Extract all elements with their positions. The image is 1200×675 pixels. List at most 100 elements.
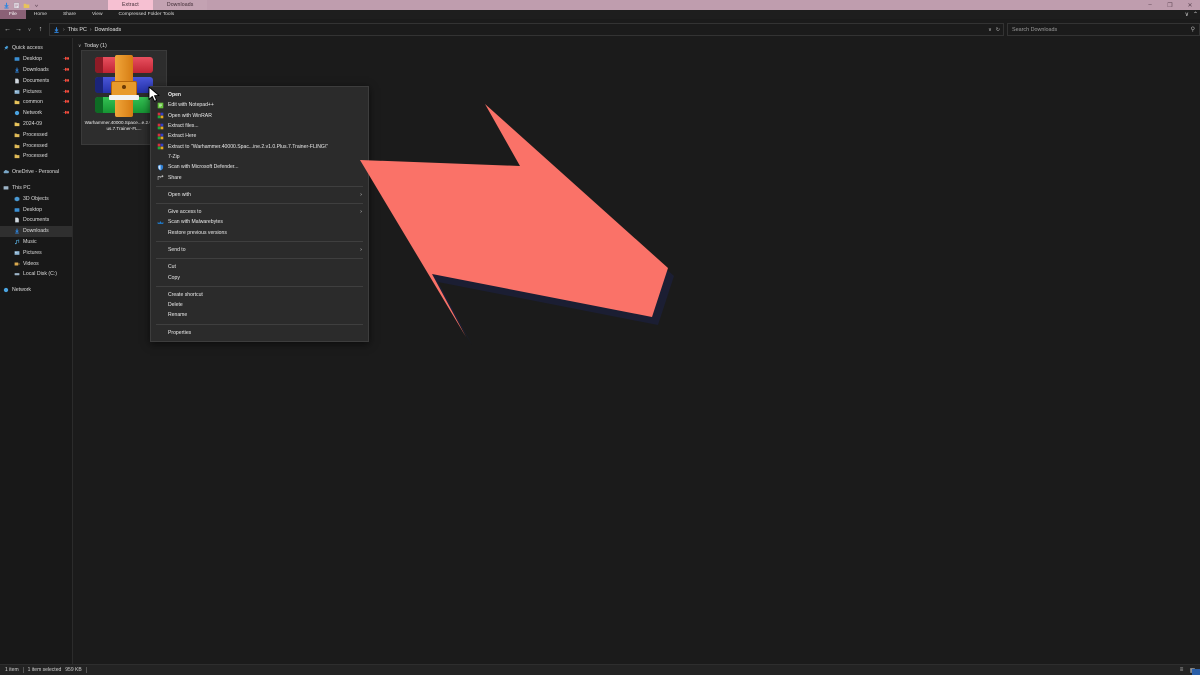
up-button[interactable]: ↑ — [35, 23, 46, 36]
sidebar-section-onedrive[interactable]: OneDrive - Personal — [0, 167, 72, 178]
minimize-button[interactable]: – — [1140, 0, 1160, 10]
menu-item-cut[interactable]: Cut — [151, 262, 368, 272]
pictures-icon — [14, 89, 20, 94]
navigation-pane[interactable]: Quick access Desktop 📌 Downloads 📌 Docum… — [0, 38, 73, 668]
desktop-icon — [14, 207, 20, 212]
menu-item-edit-with-notepadpp[interactable]: Edit with Notepad++ — [151, 100, 368, 110]
pictures-icon — [14, 250, 20, 255]
breadcrumb-downloads[interactable]: Downloads — [95, 27, 122, 33]
menu-item-open[interactable]: Open — [151, 90, 368, 100]
sidebar-item-processed-3[interactable]: Processed — [0, 151, 72, 162]
menu-item-send-to[interactable]: Send to › — [151, 245, 368, 255]
properties-icon[interactable] — [13, 2, 20, 9]
context-menu[interactable]: Open Edit with Notepad++ Open with WinRA… — [150, 86, 369, 342]
folder-icon — [14, 154, 20, 159]
sidebar-item-label: Processed — [23, 142, 48, 149]
sidebar-item-3d-objects[interactable]: 3D Objects — [0, 193, 72, 204]
title-tab-strip: Extract Downloads — [108, 0, 208, 10]
menu-item-label: Give access to — [168, 209, 202, 216]
menu-item-extract-to-folder[interactable]: Extract to "Warhammer.40000.Spac...ine.2… — [151, 141, 368, 151]
menu-item-label: Cut — [168, 264, 176, 271]
sidebar-item-downloads[interactable]: Downloads — [0, 225, 72, 237]
sidebar-item-common[interactable]: common 📌 — [0, 97, 72, 108]
ribbon-tab-view[interactable]: View — [84, 10, 111, 19]
sidebar-item-local-disk-c[interactable]: Local Disk (C:) — [0, 269, 72, 280]
title-tab-downloads[interactable]: Downloads — [152, 0, 208, 10]
winrar-icon — [157, 123, 164, 129]
sidebar-section-this-pc[interactable]: This PC — [0, 183, 72, 194]
winrar-icon — [157, 143, 164, 150]
menu-item-open-with[interactable]: Open with › — [151, 190, 368, 200]
sidebar-section-quick-access[interactable]: Quick access — [0, 43, 72, 54]
recent-locations-button[interactable]: ∨ — [24, 23, 35, 36]
refresh-icon[interactable]: ↻ — [996, 27, 1000, 33]
menu-item-label: Open with — [168, 191, 191, 198]
sidebar-item-videos[interactable]: Videos — [0, 258, 72, 269]
breadcrumb-this-pc[interactable]: This PC — [68, 27, 87, 33]
pin-icon: 📌 — [62, 87, 71, 96]
title-tab-extract[interactable]: Extract — [108, 0, 153, 10]
maximize-button[interactable]: ❐ — [1160, 0, 1180, 10]
sidebar-section-network[interactable]: Network — [0, 285, 72, 296]
menu-item-give-access-to[interactable]: Give access to › — [151, 207, 368, 217]
menu-item-properties[interactable]: Properties — [151, 328, 368, 338]
sidebar-label: Quick access — [12, 45, 43, 52]
search-input[interactable] — [1012, 26, 1191, 33]
sidebar-item-processed-2[interactable]: Processed — [0, 140, 72, 151]
downloads-icon[interactable] — [3, 2, 10, 9]
new-folder-icon[interactable] — [23, 2, 30, 9]
search-icon[interactable]: ⚲ — [1191, 26, 1195, 33]
menu-item-label: Extract Here — [168, 133, 197, 140]
menu-separator — [156, 285, 363, 287]
sidebar-item-desktop[interactable]: Desktop 📌 — [0, 54, 72, 65]
sidebar-item-network[interactable]: Network 📌 — [0, 108, 72, 119]
menu-item-extract-files[interactable]: Extract files... — [151, 121, 368, 131]
forward-button[interactable]: → — [13, 23, 24, 36]
menu-item-create-shortcut[interactable]: Create shortcut — [151, 290, 368, 300]
ribbon-tab-file[interactable]: File — [0, 10, 26, 19]
taskbar-corner-accent — [1192, 669, 1200, 675]
menu-item-7-zip[interactable]: 7-Zip — [151, 152, 368, 162]
sidebar-item-pictures[interactable]: Pictures 📌 — [0, 86, 72, 97]
navigation-buttons: ← → ∨ ↑ — [0, 23, 46, 36]
expand-ribbon-icon[interactable]: ⌃ — [1193, 11, 1198, 18]
sidebar-item-downloads[interactable]: Downloads 📌 — [0, 65, 72, 76]
breadcrumb[interactable]: › This PC › Downloads ∨ ↻ — [49, 23, 1004, 36]
documents-icon — [15, 78, 19, 84]
help-icon[interactable]: ∨ — [1185, 11, 1189, 18]
quick-access-toolbar — [0, 0, 40, 10]
sidebar-item-documents[interactable]: Documents 📌 — [0, 75, 72, 86]
menu-item-share[interactable]: Share — [151, 172, 368, 182]
menu-item-restore-previous-versions[interactable]: Restore previous versions — [151, 228, 368, 238]
ribbon-tab-compressed-folder-tools[interactable]: Compressed Folder Tools — [111, 10, 183, 19]
sidebar-item-processed-1[interactable]: Processed — [0, 129, 72, 140]
sidebar-item-label: 3D Objects — [23, 195, 49, 202]
menu-item-label: Properties — [168, 329, 192, 336]
menu-item-extract-here[interactable]: Extract Here — [151, 131, 368, 141]
sidebar-item-label: Videos — [23, 260, 39, 267]
menu-item-scan-with-malwarebytes[interactable]: Scan with Malwarebytes — [151, 217, 368, 227]
ribbon-tab-bar: File Home Share View Compressed Folder T… — [0, 10, 1200, 19]
group-header-today[interactable]: ∨ Today (1) — [73, 41, 1200, 51]
menu-item-copy[interactable]: Copy — [151, 272, 368, 282]
menu-item-scan-with-microsoft-defender[interactable]: Scan with Microsoft Defender... — [151, 162, 368, 172]
details-view-button[interactable]: ≡ — [1177, 666, 1186, 675]
chevron-right-icon: › — [360, 191, 362, 198]
sidebar-item-2024-09[interactable]: 2024-09 — [0, 119, 72, 130]
chevron-down-icon[interactable]: ∨ — [78, 43, 81, 49]
chevron-down-icon[interactable]: ∨ — [988, 27, 992, 33]
menu-item-delete[interactable]: Delete — [151, 300, 368, 310]
ribbon-tab-home[interactable]: Home — [26, 10, 55, 19]
sidebar-item-documents[interactable]: Documents — [0, 215, 72, 226]
music-icon — [15, 239, 20, 245]
back-button[interactable]: ← — [2, 23, 13, 36]
sidebar-item-desktop[interactable]: Desktop — [0, 204, 72, 215]
ribbon-tab-share[interactable]: Share — [55, 10, 84, 19]
sidebar-item-music[interactable]: Music — [0, 237, 72, 248]
menu-item-open-with-winrar[interactable]: Open with WinRAR — [151, 111, 368, 121]
menu-item-rename[interactable]: Rename — [151, 310, 368, 320]
close-button[interactable]: ✕ — [1180, 0, 1200, 10]
sidebar-item-pictures[interactable]: Pictures — [0, 247, 72, 258]
search-box[interactable]: ⚲ — [1007, 23, 1200, 36]
customize-dropdown-icon[interactable] — [33, 2, 40, 9]
